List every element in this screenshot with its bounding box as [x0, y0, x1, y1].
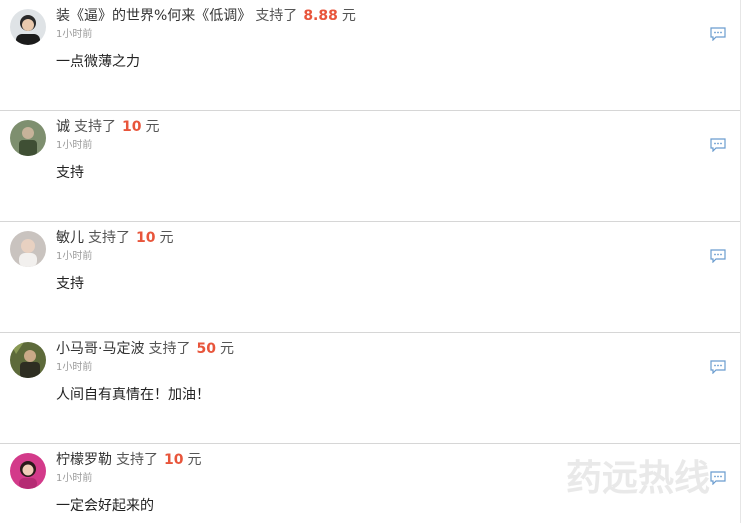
list-item: 小马哥·马定波 支持了 50 元 1小时前 人间自有真情在！加油！ — [0, 333, 740, 444]
donation-amount: 8.88 — [303, 8, 338, 24]
donation-line: 诚支持了 10 元 — [56, 117, 159, 137]
support-text: 支持了 — [74, 119, 116, 135]
message-text: 一定会好起来的 — [56, 498, 154, 514]
comment-bubble-icon[interactable] — [710, 27, 726, 41]
support-text: 支持了 — [116, 452, 158, 468]
message-text: 支持 — [56, 276, 84, 292]
avatar[interactable] — [10, 9, 46, 45]
currency-unit: 元 — [159, 230, 174, 246]
donor-name[interactable]: 敏儿 — [56, 230, 84, 246]
donation-line: 装《逼》的世界%何来《低调》 支持了 8.88 元 — [56, 6, 356, 26]
comment-bubble-icon[interactable] — [710, 138, 726, 152]
donation-line: 柠檬罗勒 支持了 10 元 — [56, 450, 201, 470]
support-text: 支持了 — [148, 341, 191, 357]
list-item: 诚支持了 10 元 1小时前 支持 — [0, 111, 740, 222]
donor-name[interactable]: 小马哥·马定波 — [56, 341, 144, 357]
message-text: 一点微薄之力 — [56, 54, 140, 70]
currency-unit: 元 — [145, 119, 160, 135]
avatar[interactable] — [10, 342, 46, 378]
support-text: 支持了 — [255, 8, 298, 24]
support-feed: 装《逼》的世界%何来《低调》 支持了 8.88 元 1小时前 一点微薄之力 诚支持了 1… — [0, 0, 741, 523]
comment-bubble-icon[interactable] — [710, 471, 726, 485]
donation-line: 敏儿 支持了 10 元 — [56, 228, 173, 248]
avatar[interactable] — [10, 453, 46, 489]
timestamp: 1小时前 — [56, 140, 93, 151]
avatar[interactable] — [10, 231, 46, 267]
timestamp: 1小时前 — [56, 251, 93, 262]
avatar[interactable] — [10, 120, 46, 156]
timestamp: 1小时前 — [56, 362, 93, 373]
donor-name[interactable]: 诚 — [56, 119, 70, 135]
comment-bubble-icon[interactable] — [710, 360, 726, 374]
currency-unit: 元 — [219, 341, 234, 357]
donor-name[interactable]: 装《逼》的世界%何来《低调》 — [56, 8, 251, 24]
timestamp: 1小时前 — [56, 29, 93, 40]
donation-line: 小马哥·马定波 支持了 50 元 — [56, 339, 234, 359]
currency-unit: 元 — [341, 8, 356, 24]
comment-bubble-icon[interactable] — [710, 249, 726, 263]
list-item: 敏儿 支持了 10 元 1小时前 支持 — [0, 222, 740, 333]
donation-amount: 50 — [196, 341, 216, 357]
donation-amount: 10 — [122, 119, 142, 135]
support-text: 支持了 — [88, 230, 130, 246]
donor-name[interactable]: 柠檬罗勒 — [56, 452, 112, 468]
message-text: 人间自有真情在！加油！ — [56, 387, 210, 403]
donation-amount: 10 — [164, 452, 184, 468]
message-text: 支持 — [56, 165, 84, 181]
list-item: 柠檬罗勒 支持了 10 元 1小时前 一定会好起来的 — [0, 444, 740, 523]
list-item: 装《逼》的世界%何来《低调》 支持了 8.88 元 1小时前 一点微薄之力 — [0, 0, 740, 111]
timestamp: 1小时前 — [56, 473, 93, 484]
donation-amount: 10 — [136, 230, 156, 246]
currency-unit: 元 — [187, 452, 202, 468]
